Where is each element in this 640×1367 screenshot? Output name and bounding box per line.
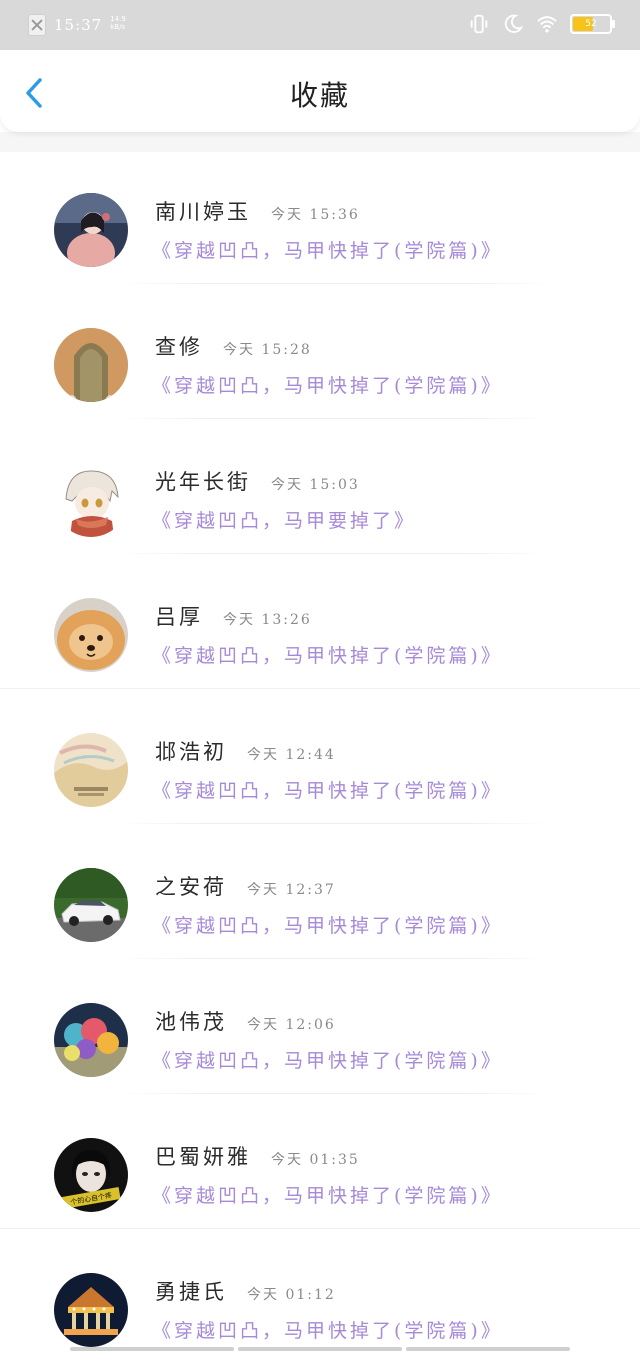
home-indicator-segment bbox=[70, 1347, 234, 1351]
list-item[interactable]: 吕厚 今天 13:26 《穿越凹凸，马甲快掉了(学院篇)》 bbox=[0, 557, 640, 692]
girl-with-caption-avatar[interactable]: 个的心自个疼 bbox=[54, 1138, 128, 1212]
timestamp: 今天 12:06 bbox=[247, 1017, 336, 1033]
item-header: 之安荷 今天 12:37 bbox=[155, 871, 336, 901]
long-hair-back-avatar[interactable] bbox=[54, 328, 128, 402]
vibrate-icon bbox=[470, 14, 488, 34]
anime-boy-avatar[interactable] bbox=[54, 463, 128, 537]
message-preview: 《穿越凹凸，马甲快掉了(学院篇)》 bbox=[152, 645, 503, 667]
status-right: 52 bbox=[468, 13, 615, 35]
divider bbox=[120, 1093, 550, 1094]
item-header: 南川婷玉 今天 15:36 bbox=[155, 196, 360, 226]
divider bbox=[0, 688, 640, 689]
colorful-balloons-avatar[interactable] bbox=[54, 1003, 128, 1077]
message-preview: 《穿越凹凸，马甲快掉了(学院篇)》 bbox=[152, 1320, 503, 1342]
message-preview: 《穿越凹凸，马甲快掉了(学院篇)》 bbox=[152, 915, 503, 937]
battery-icon: 52 bbox=[570, 14, 615, 34]
favorites-list: 南川婷玉 今天 15:36 《穿越凹凸，马甲快掉了(学院篇)》 查修 今天 15… bbox=[0, 152, 640, 1367]
item-header: 邶浩初 今天 12:44 bbox=[155, 736, 336, 766]
battery-level: 52 bbox=[585, 19, 597, 29]
timestamp: 今天 01:12 bbox=[247, 1287, 336, 1303]
contact-name: 勇捷氏 bbox=[155, 1280, 227, 1304]
list-item[interactable]: 邶浩初 今天 12:44 《穿越凹凸，马甲快掉了(学院篇)》 bbox=[0, 692, 640, 827]
contact-name: 吕厚 bbox=[155, 605, 203, 629]
contact-name: 巴蜀妍雅 bbox=[155, 1145, 251, 1169]
network-speed: 14.9 kB/s bbox=[110, 15, 126, 31]
list-item[interactable]: 查修 今天 15:28 《穿越凹凸，马甲快掉了(学院篇)》 bbox=[0, 287, 640, 422]
header-gap bbox=[0, 132, 640, 152]
timestamp: 今天 01:35 bbox=[271, 1152, 360, 1168]
contact-name: 邶浩初 bbox=[155, 740, 227, 764]
list-item[interactable]: 池伟茂 今天 12:06 《穿越凹凸，马甲快掉了(学院篇)》 bbox=[0, 962, 640, 1097]
message-preview: 《穿越凹凸，马甲要掉了》 bbox=[152, 510, 417, 532]
item-header: 巴蜀妍雅 今天 01:35 bbox=[155, 1141, 360, 1171]
message-preview: 《穿越凹凸，马甲快掉了(学院篇)》 bbox=[152, 1185, 503, 1207]
contact-name: 之安荷 bbox=[155, 875, 227, 899]
item-header: 勇捷氏 今天 01:12 bbox=[155, 1276, 336, 1306]
divider bbox=[120, 283, 550, 284]
timestamp: 今天 15:28 bbox=[223, 342, 312, 358]
wifi-icon bbox=[537, 16, 557, 33]
contact-name: 池伟茂 bbox=[155, 1010, 227, 1034]
divider bbox=[120, 418, 550, 419]
item-header: 吕厚 今天 13:26 bbox=[155, 601, 312, 631]
network-speed-unit: kB/s bbox=[110, 23, 126, 31]
app-header: 收藏 bbox=[0, 50, 640, 132]
timestamp: 今天 12:37 bbox=[247, 882, 336, 898]
status-left: 15:37 14.9 kB/s bbox=[28, 14, 126, 36]
message-preview: 《穿越凹凸，马甲快掉了(学院篇)》 bbox=[152, 375, 503, 397]
do-not-disturb-moon-icon bbox=[504, 14, 524, 33]
timestamp: 今天 13:26 bbox=[223, 612, 312, 628]
divider bbox=[120, 823, 550, 824]
pomeranian-dog-avatar[interactable] bbox=[54, 598, 128, 672]
home-indicator bbox=[70, 1347, 570, 1351]
carousel-night-avatar[interactable] bbox=[54, 1273, 128, 1347]
page-title: 收藏 bbox=[289, 79, 350, 112]
message-preview: 《穿越凹凸，马甲快掉了(学院篇)》 bbox=[152, 780, 503, 802]
network-speed-value: 14.9 bbox=[110, 15, 126, 23]
contact-name: 光年长街 bbox=[155, 470, 251, 494]
list-item[interactable]: 光年长街 今天 15:03 《穿越凹凸，马甲要掉了》 bbox=[0, 422, 640, 557]
notification-close-icon bbox=[28, 14, 46, 36]
timestamp: 今天 12:44 bbox=[247, 747, 336, 763]
contact-name: 南川婷玉 bbox=[155, 200, 251, 224]
divider bbox=[0, 1228, 640, 1229]
item-header: 光年长街 今天 15:03 bbox=[155, 466, 360, 496]
item-header: 查修 今天 15:28 bbox=[155, 331, 312, 361]
item-header: 池伟茂 今天 12:06 bbox=[155, 1006, 336, 1036]
list-item[interactable]: 之安荷 今天 12:37 《穿越凹凸，马甲快掉了(学院篇)》 bbox=[0, 827, 640, 962]
message-preview: 《穿越凹凸，马甲快掉了(学院篇)》 bbox=[152, 1050, 503, 1072]
list-item[interactable]: 个的心自个疼 巴蜀妍雅 今天 01:35 《穿越凹凸，马甲快掉了(学院篇)》 bbox=[0, 1097, 640, 1232]
divider bbox=[120, 958, 550, 959]
list-item[interactable]: 南川婷玉 今天 15:36 《穿越凹凸，马甲快掉了(学院篇)》 bbox=[0, 152, 640, 287]
girl-portrait-avatar[interactable] bbox=[54, 193, 128, 267]
watercolor-art-avatar[interactable] bbox=[54, 733, 128, 807]
home-indicator-segment bbox=[238, 1347, 402, 1351]
white-car-avatar[interactable] bbox=[54, 868, 128, 942]
home-indicator-segment bbox=[406, 1347, 570, 1351]
message-preview: 《穿越凹凸，马甲快掉了(学院篇)》 bbox=[152, 240, 503, 262]
status-time: 15:37 bbox=[54, 16, 103, 34]
status-bar: 15:37 14.9 kB/s 52 bbox=[0, 0, 640, 50]
contact-name: 查修 bbox=[155, 335, 203, 359]
divider bbox=[120, 553, 550, 554]
timestamp: 今天 15:03 bbox=[271, 477, 360, 493]
timestamp: 今天 15:36 bbox=[271, 207, 360, 223]
